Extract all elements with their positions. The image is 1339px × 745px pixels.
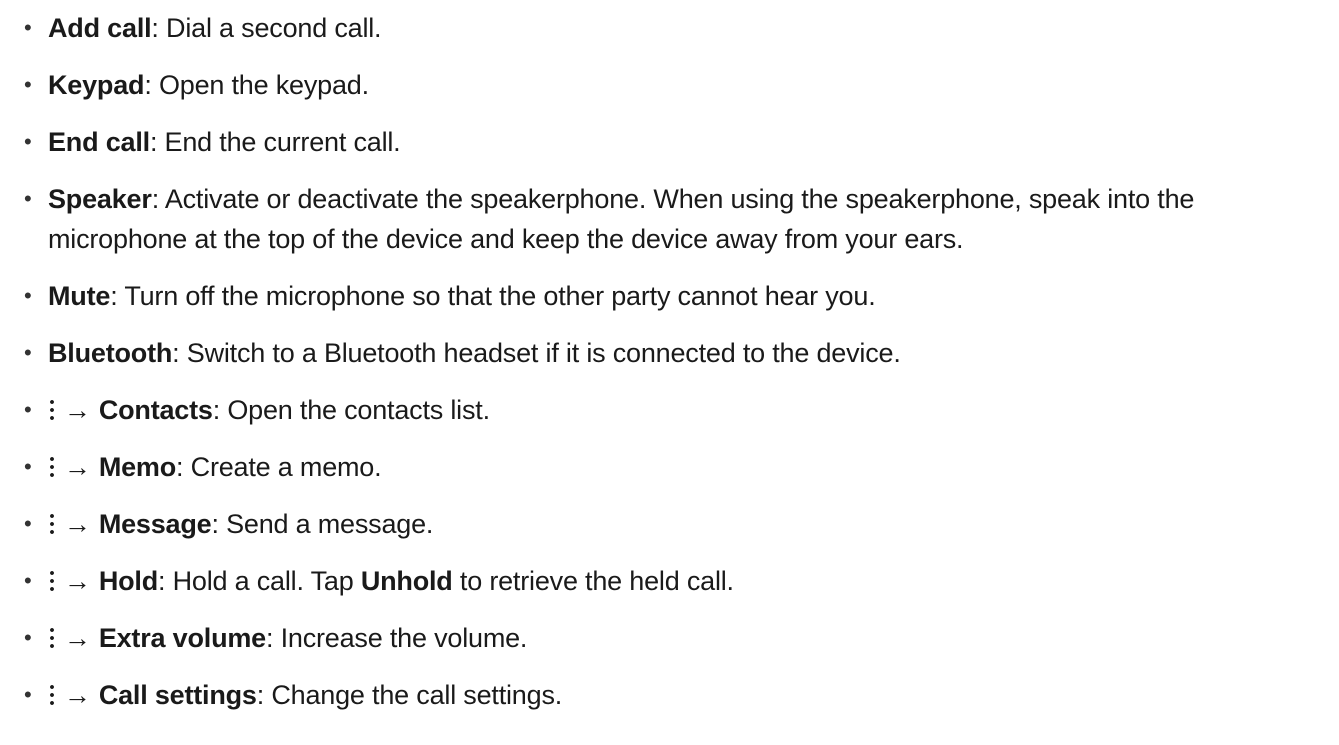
list-item-mute: • Mute: Turn off the microphone so that … [24, 276, 1329, 316]
list-item-contacts: • → Contacts: Open the contacts list. [24, 390, 1329, 430]
item-separator: : [172, 338, 187, 368]
bullet: • [24, 397, 32, 422]
item-term: End call [48, 127, 150, 157]
item-term: Memo [98, 452, 177, 482]
list-item-end-call: • End call: End the current call. [24, 122, 1329, 162]
item-description-continued: to retrieve the held call. [452, 566, 734, 596]
item-description: Turn off the microphone so that the othe… [124, 281, 876, 311]
item-description: End the current call. [164, 127, 401, 157]
bullet: • [24, 129, 32, 154]
item-description: Open the keypad. [158, 70, 369, 100]
arrow-icon: → [64, 623, 91, 653]
bullet: • [24, 454, 32, 479]
item-description: Open the contacts list. [227, 395, 490, 425]
list-item-message: • → Message: Send a message. [24, 504, 1329, 544]
bullet: • [24, 625, 32, 650]
item-term: Bluetooth [48, 338, 173, 368]
item-description: Change the call settings. [271, 680, 563, 710]
item-description: Dial a second call. [166, 13, 382, 43]
arrow-icon: → [64, 452, 91, 482]
item-separator: : [144, 70, 159, 100]
bullet: • [24, 15, 32, 40]
item-separator: : [151, 184, 165, 214]
item-term: Add call [48, 13, 152, 43]
list-item-bluetooth: • Bluetooth: Switch to a Bluetooth heads… [24, 333, 1329, 373]
more-options-icon [50, 512, 54, 536]
item-separator: : [176, 452, 191, 482]
arrow-icon: → [64, 566, 91, 596]
item-separator: : [158, 566, 173, 596]
item-term: Hold [98, 566, 158, 596]
bullet: • [24, 568, 32, 593]
item-separator: : [212, 395, 228, 425]
bullet: • [24, 283, 32, 308]
item-term: Call settings [98, 680, 257, 710]
item-term: Keypad [48, 70, 145, 100]
item-separator: : [211, 509, 227, 539]
more-options-icon [50, 683, 54, 707]
list-item-speaker: • Speaker: Activate or deactivate the sp… [24, 179, 1329, 259]
item-description: Hold a call. Tap [172, 566, 361, 596]
item-description: Switch to a Bluetooth headset if it is c… [186, 338, 901, 368]
item-separator: : [149, 127, 165, 157]
bullet: • [24, 186, 32, 211]
list-item-extra-volume: • → Extra volume: Increase the volume. [24, 618, 1329, 658]
list-item-keypad: • Keypad: Open the keypad. [24, 65, 1329, 105]
item-term: Speaker [48, 184, 152, 214]
item-description: Create a memo. [190, 452, 382, 482]
item-description: Send a message. [226, 509, 434, 539]
more-options-icon [50, 626, 54, 650]
list-item-hold: • → Hold: Hold a call. Tap Unhold to retr… [24, 561, 1329, 601]
item-term-unhold: Unhold [360, 566, 453, 596]
item-separator: : [265, 623, 281, 653]
bullet: • [24, 511, 32, 536]
item-description: Increase the volume. [280, 623, 528, 653]
item-term: Extra volume [98, 623, 266, 653]
item-term: Message [98, 509, 212, 539]
item-term: Contacts [98, 395, 213, 425]
item-separator: : [110, 281, 125, 311]
more-options-icon [50, 569, 54, 593]
list-item-call-settings: • → Call settings: Change the call settin… [24, 675, 1329, 715]
more-options-icon [50, 398, 54, 422]
item-term: Mute [48, 281, 111, 311]
item-description: Activate or deactivate the speakerphone.… [48, 184, 1195, 254]
list-item-memo: • → Memo: Create a memo. [24, 447, 1329, 487]
arrow-icon: → [64, 509, 91, 539]
item-separator: : [151, 13, 167, 43]
call-options-list: • Add call: Dial a second call. • Keypad… [24, 8, 1329, 732]
bullet: • [24, 682, 32, 707]
arrow-icon: → [64, 395, 91, 425]
arrow-icon: → [64, 680, 91, 710]
list-item-add-call: • Add call: Dial a second call. [24, 8, 1329, 48]
item-separator: : [256, 680, 272, 710]
bullet: • [24, 72, 32, 97]
bullet: • [24, 340, 32, 365]
more-options-icon [50, 455, 54, 479]
